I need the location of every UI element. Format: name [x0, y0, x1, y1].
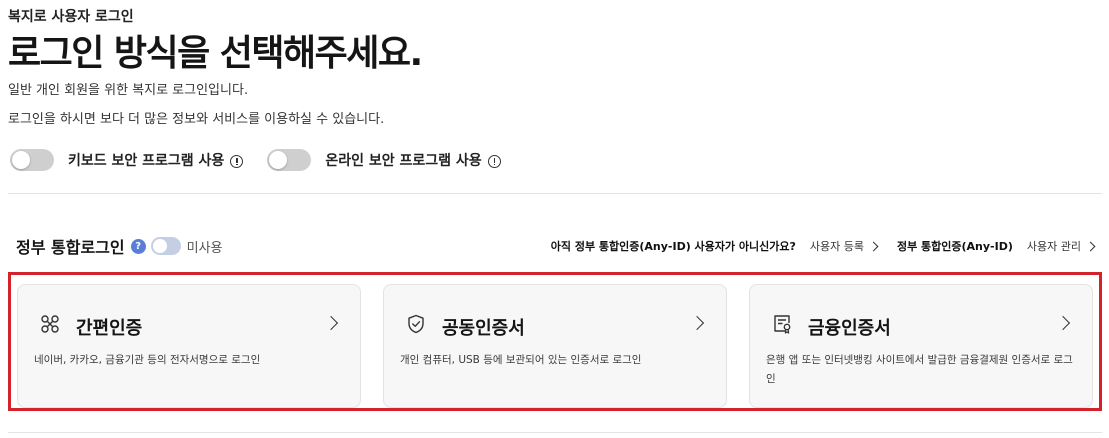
card-simple-auth[interactable]: 간편인증 네이버, 카카오, 금융기관 등의 전자서명으로 로그인 — [17, 284, 361, 408]
page-title: 로그인 방식을 선택해주세요. — [8, 33, 423, 74]
page-eyebrow: 복지로 사용자 로그인 — [8, 9, 134, 25]
anyid-question: 아직 정부 통합인증(Any-ID) 사용자가 아니신가요? — [550, 240, 796, 253]
certificate-icon — [774, 315, 791, 334]
toggle-switch[interactable] — [267, 149, 312, 171]
card-title: 간편인증 — [76, 318, 143, 339]
page-subdescription: 로그인을 하시면 보다 더 많은 정보와 서비스를 이용하실 수 있습니다. — [8, 112, 385, 127]
security-toggles: 키보드 보안 프로그램 사용 온라인 보안 프로그램 사용 — [10, 148, 525, 172]
anyid-label: 정부 통합인증(Any-ID) — [896, 240, 1013, 253]
login-page: 복지로 사용자 로그인 로그인 방식을 선택해주세요. 일반 개인 회원을 위한… — [8, 0, 1102, 438]
card-joint-certificate[interactable]: 공동인증서 개인 컴퓨터, USB 등에 보관되어 있는 인증서로 로그인 — [383, 284, 727, 408]
manage-link[interactable]: 사용자 관리 — [1026, 238, 1096, 254]
gov-login-row: 정부 통합로그인 ? 미사용 — [16, 233, 223, 259]
link-icon — [41, 315, 59, 333]
help-icon[interactable]: ? — [130, 238, 146, 254]
keyboard-security-toggle[interactable]: 키보드 보안 프로그램 사용 — [10, 149, 244, 171]
divider — [8, 193, 1102, 194]
gov-login-toggle[interactable] — [150, 237, 181, 255]
toggle-switch[interactable] — [10, 149, 54, 171]
anyid-links: 아직 정부 통합인증(Any-ID) 사용자가 아니신가요? 사용자 등록 정부… — [550, 236, 1096, 256]
online-security-toggle[interactable]: 온라인 보안 프로그램 사용 — [267, 149, 501, 171]
register-link-label: 사용자 등록 — [809, 240, 864, 253]
manage-link-label: 사용자 관리 — [1026, 240, 1081, 253]
shield-check-icon — [408, 314, 424, 334]
card-description: 네이버, 카카오, 금융기관 등의 전자서명으로 로그인 — [34, 354, 261, 366]
register-link[interactable]: 사용자 등록 — [809, 238, 879, 254]
gov-login-status: 미사용 — [186, 240, 223, 256]
chevron-right-icon — [868, 241, 879, 251]
keyboard-security-label: 키보드 보안 프로그램 사용 — [68, 153, 225, 169]
login-options-highlight: 간편인증 네이버, 카카오, 금융기관 등의 전자서명으로 로그인 공동인증서 … — [8, 272, 1102, 411]
card-description: 개인 컴퓨터, USB 등에 보관되어 있는 인증서로 로그인 — [400, 354, 642, 366]
info-icon[interactable] — [487, 154, 501, 168]
chevron-right-icon — [689, 315, 705, 331]
gov-login-label: 정부 통합로그인 — [16, 238, 125, 257]
divider — [8, 432, 1102, 433]
chevron-right-icon — [1085, 241, 1096, 251]
card-title: 공동인증서 — [442, 318, 525, 339]
info-icon[interactable] — [230, 154, 244, 168]
chevron-right-icon — [1055, 315, 1071, 331]
card-title: 금융인증서 — [808, 318, 891, 339]
page-description: 일반 개인 회원을 위한 복지로 로그인입니다. — [8, 83, 249, 98]
online-security-label: 온라인 보안 프로그램 사용 — [325, 153, 482, 169]
card-description: 은행 앱 또는 인터넷뱅킹 사이트에서 발급한 금융결제원 인증서로 로그인 — [766, 354, 1073, 385]
chevron-right-icon — [323, 315, 339, 331]
card-financial-certificate[interactable]: 금융인증서 은행 앱 또는 인터넷뱅킹 사이트에서 발급한 금융결제원 인증서로… — [749, 284, 1093, 408]
